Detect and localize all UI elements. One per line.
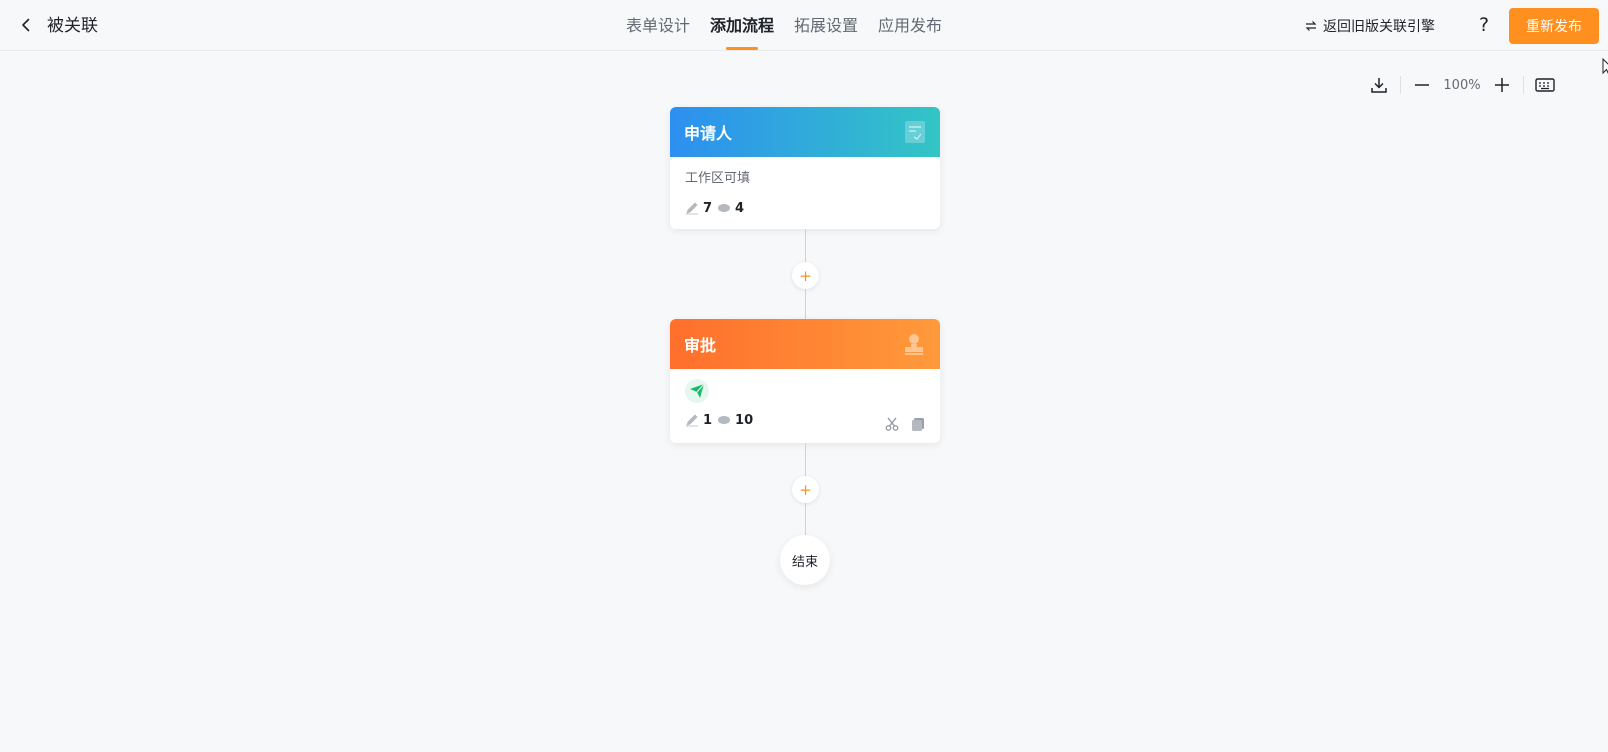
applicant-node-stats: 7 4 bbox=[685, 199, 925, 217]
download-icon bbox=[1371, 78, 1387, 93]
tab-app-publish[interactable]: 应用发布 bbox=[868, 0, 952, 51]
tab-form-design[interactable]: 表单设计 bbox=[616, 0, 700, 51]
swap-icon bbox=[1305, 21, 1317, 31]
tab-extension-settings[interactable]: 拓展设置 bbox=[784, 0, 868, 51]
approval-node-header: 审批 bbox=[670, 319, 940, 369]
applicant-edit-count: 7 bbox=[703, 200, 713, 216]
cut-icon[interactable] bbox=[885, 417, 899, 431]
applicant-node-header: 申请人 bbox=[670, 107, 940, 157]
zoom-in-icon bbox=[1495, 78, 1509, 92]
mouse-cursor-icon bbox=[1602, 58, 1608, 75]
applicant-node[interactable]: 申请人 工作区可填 7 4 bbox=[670, 107, 940, 229]
eye-icon bbox=[718, 204, 731, 212]
edit-pencil-icon bbox=[686, 202, 698, 215]
back-button[interactable] bbox=[14, 13, 38, 37]
approval-node-title: 审批 bbox=[684, 336, 717, 355]
return-old-engine-button[interactable]: 返回旧版关联引擎 bbox=[1305, 16, 1435, 36]
toolbar-divider bbox=[1400, 76, 1401, 94]
form-edit-icon bbox=[905, 121, 925, 143]
edit-pencil-icon bbox=[686, 414, 698, 427]
return-old-engine-label: 返回旧版关联引擎 bbox=[1323, 19, 1435, 35]
chevron-left-icon bbox=[22, 18, 30, 32]
toolbar-divider bbox=[1523, 76, 1524, 94]
help-button[interactable]: ? bbox=[1472, 13, 1496, 37]
flow-connector bbox=[805, 503, 806, 535]
applicant-view-count: 4 bbox=[735, 200, 745, 216]
canvas-toolbar: 100% bbox=[1366, 72, 1558, 98]
flow-connector bbox=[805, 289, 806, 319]
keyboard-shortcuts-button[interactable] bbox=[1532, 72, 1558, 98]
applicant-node-title: 申请人 bbox=[684, 124, 733, 143]
top-header: 被关联 表单设计 添加流程 拓展设置 应用发布 返回旧版关联引擎 ? 重新发布 bbox=[0, 0, 1608, 51]
app-title: 被关联 bbox=[47, 16, 98, 36]
end-node: 结束 bbox=[780, 535, 830, 585]
republish-button[interactable]: 重新发布 bbox=[1509, 8, 1599, 44]
applicant-node-desc: 工作区可填 bbox=[685, 171, 751, 186]
approver-stamp-icon bbox=[905, 334, 923, 355]
approval-view-count: 10 bbox=[735, 412, 754, 428]
eye-icon bbox=[718, 416, 731, 424]
zoom-level: 100% bbox=[1443, 77, 1481, 93]
tab-add-flow[interactable]: 添加流程 bbox=[700, 0, 784, 51]
zoom-out-button[interactable] bbox=[1409, 72, 1435, 98]
add-node-button[interactable]: + bbox=[792, 476, 819, 503]
download-button[interactable] bbox=[1366, 72, 1392, 98]
keyboard-icon bbox=[1535, 78, 1555, 92]
add-node-button[interactable]: + bbox=[792, 262, 819, 289]
send-icon bbox=[685, 379, 709, 403]
zoom-out-icon bbox=[1415, 84, 1429, 86]
copy-icon[interactable] bbox=[911, 417, 925, 431]
approval-edit-count: 1 bbox=[703, 412, 713, 428]
approval-node[interactable]: 审批 1 10 bbox=[670, 319, 940, 443]
zoom-in-button[interactable] bbox=[1489, 72, 1515, 98]
